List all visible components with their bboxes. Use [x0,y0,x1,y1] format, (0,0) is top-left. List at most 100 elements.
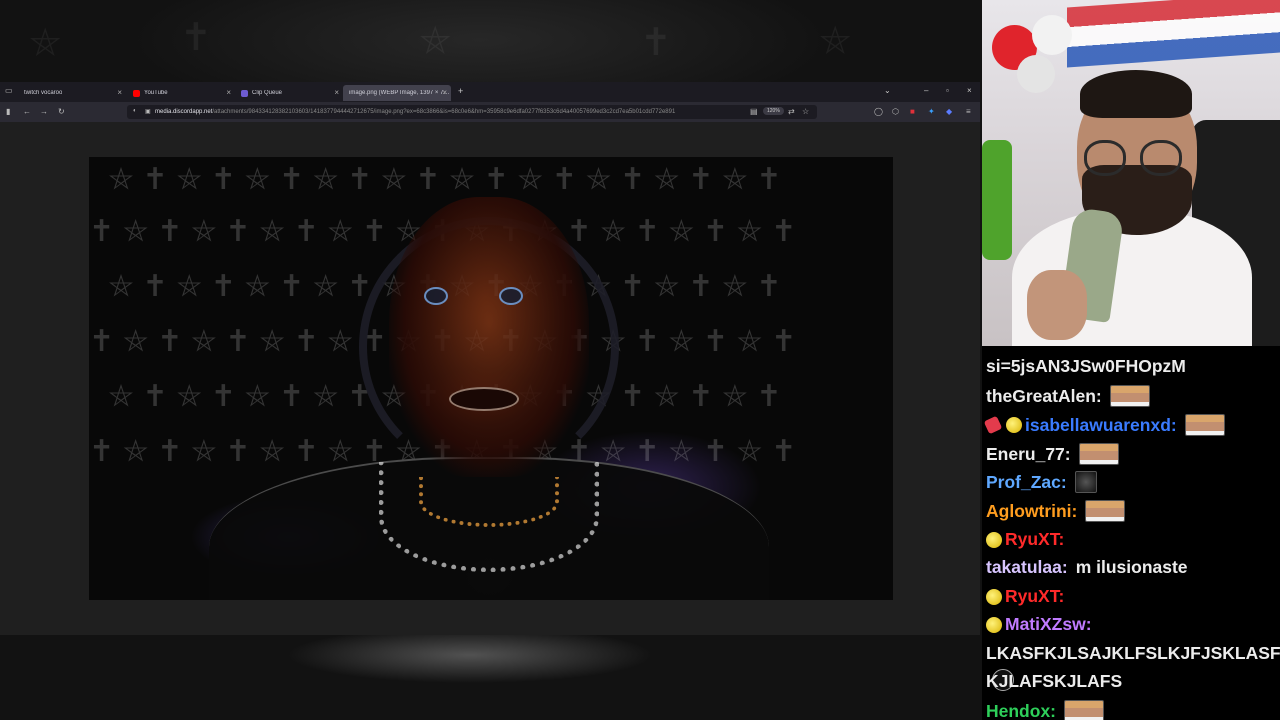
necklace [419,477,559,527]
chat-text: LKASFKJLSAJKLFSLKJFJSKLASFKLJ [986,643,1280,663]
chat-message: Eneru_77: [986,443,1119,465]
extension-puzzle-icon[interactable]: ◆ [946,107,952,116]
balloon [1032,15,1072,55]
flag-banner [1067,0,1280,68]
url-bar[interactable]: media.discordapp.net/attachments/9843341… [127,105,817,119]
tab-title: twitch vocaroo [24,90,63,96]
face [389,197,589,477]
chat-username[interactable]: Aglowtrini: [986,501,1077,522]
tab-clip-queue[interactable]: Clip Queue × [235,85,343,101]
bookmark-star-icon[interactable]: ☆ [802,107,809,116]
balloon [1017,55,1055,93]
chat-username[interactable]: MatiXZsw: [1005,614,1092,635]
tab-bar: ▭ twitch vocaroo × YouTube × Clip Queue … [0,82,980,102]
right-eye [499,287,523,305]
cross-icon: ✝ [180,15,212,59]
chat-message: KJLAFSKJLAFS [986,671,1122,692]
pentagram-icon: ⛤ [420,18,451,62]
tab-image-png[interactable]: image.png (WEBP Image, 1397 × 7… × [343,85,451,101]
extension-red-icon[interactable]: ■ [910,107,915,116]
browser-window: ▭ twitch vocaroo × YouTube × Clip Queue … [0,82,980,635]
chat-message: Hendox: [986,700,1104,720]
maximize-icon[interactable]: ▫ [946,86,949,95]
chat-message: Aglowtrini: [986,500,1126,522]
nav-bar: ▮ ← → ↻ media.discordapp.net/attachments… [0,102,980,122]
chat-username[interactable]: Hendox: [986,701,1056,720]
reader-view-icon[interactable]: ▤ [750,107,758,116]
chat-username[interactable]: isabellawuarenxd: [1025,415,1177,436]
glasses-left [1084,140,1126,176]
chat-text: KJLAFSKJLAFS [986,671,1123,691]
chat-message: Prof_Zac: [986,471,1097,493]
tab-title: YouTube [144,90,168,96]
cheer-badge-icon [1006,417,1022,433]
chat-username[interactable]: takatulaa: [986,557,1068,578]
chat-message: theGreatAlen: [986,385,1150,407]
chevron-down-icon[interactable]: ⌄ [884,86,891,95]
url-domain: media.discordapp.net [155,109,213,115]
pentagram-icon: ⛤ [30,20,61,64]
back-icon[interactable]: ← [23,107,31,116]
cheer-badge-icon [986,531,1002,548]
close-tab-icon[interactable]: × [117,88,122,97]
face-emote-icon [1109,385,1150,407]
chat-text: m ilusionaste [1075,557,1188,577]
close-tab-icon[interactable]: × [226,88,231,97]
cheer-badge-icon [986,588,1002,605]
url-path: /attachments/984334128382103603/14183779… [212,109,676,115]
extension-icon[interactable]: ⬡ [892,107,899,116]
cross-icon: ✝ [640,20,672,64]
chat-username[interactable]: theGreatAlen: [986,386,1102,407]
zoom-indicator[interactable]: 120% [763,107,784,115]
extension-blue-icon[interactable]: ✦ [928,107,935,116]
close-tab-icon[interactable]: × [442,88,447,97]
youtube-icon [133,89,140,97]
close-tab-icon[interactable]: × [334,88,339,97]
chat-message: MatiXZsw: [986,614,1094,635]
chat-username[interactable]: RyuXT: [1005,586,1064,607]
tab-title: Clip Queue [252,90,283,96]
reload-icon[interactable]: ↻ [58,107,65,116]
minimize-icon[interactable]: – [924,86,928,95]
face-emote-icon [1184,414,1225,436]
chat-panel: si=5jsAN3JSw0FHOpzM theGreatAlen: isabel… [982,346,1280,720]
hand [1027,270,1087,340]
clip-queue-icon [241,89,248,97]
forward-icon[interactable]: → [40,107,48,116]
chat-text: si=5jsAN3JSw0FHOpzM [986,356,1186,376]
close-window-icon[interactable]: × [967,86,972,95]
shield-icon[interactable]: ◐ [133,108,137,114]
account-icon[interactable]: ◯ [874,107,883,116]
plant [982,140,1012,260]
chat-message: takatulaa: m ilusionaste [986,557,1188,578]
chat-message: RyuXT: [986,529,1066,691]
pin-badge-icon [983,415,1003,435]
menu-icon[interactable]: ≡ [966,107,971,116]
displayed-image[interactable]: ⛤ ✝ ⛤ ✝ ⛤ ✝ ⛤ ✝ ⛤ ✝ ⛤ ✝ ⛤ ✝ ⛤ ✝ ⛤ ✝ ⛤ ✝ … [89,157,893,600]
face-emote-icon [1064,700,1104,720]
tab-twitch-vocaroo[interactable]: twitch vocaroo × [18,85,126,101]
chat-username[interactable]: Prof_Zac: [986,472,1067,493]
new-tab-button[interactable]: + [458,86,463,96]
tab-list-icon[interactable]: ▭ [5,86,13,95]
translate-icon[interactable]: ⇄ [788,107,795,116]
streamer-hair [1080,70,1192,118]
glasses-right [1140,140,1182,176]
tab-youtube[interactable]: YouTube × [127,85,235,101]
face-emote-icon [1085,500,1126,522]
chat-message: LKASFKJLSAJKLFSLKJFJSKLASFKLJ [986,643,1280,664]
chat-message: si=5jsAN3JSw0FHOpzM [986,356,1186,377]
lock-icon[interactable]: ▣ [145,108,151,115]
sidebar-icon[interactable]: ▮ [6,107,10,116]
image-viewer: ⛤ ✝ ⛤ ✝ ⛤ ✝ ⛤ ✝ ⛤ ✝ ⛤ ✝ ⛤ ✝ ⛤ ✝ ⛤ ✝ ⛤ ✝ … [0,122,980,635]
tab-title: image.png (WEBP Image, 1397 × 7… [349,90,450,96]
webcam-feed [982,0,1280,346]
chat-username[interactable]: RyuXT: [1005,529,1064,550]
mouth [449,387,519,411]
chat-message: RyuXT: [986,586,1066,607]
cheer-badge-icon [986,616,1002,633]
left-eye [424,287,448,305]
chat-username[interactable]: Eneru_77: [986,444,1071,465]
pattern-symbol: ⛤ ✝ ⛤ ✝ ⛤ ✝ ⛤ ✝ ⛤ ✝ ⛤ ✝ ⛤ ✝ ⛤ ✝ ⛤ ✝ ⛤ ✝ [109,162,782,197]
chat-message: isabellawuarenxd: [983,414,1225,436]
